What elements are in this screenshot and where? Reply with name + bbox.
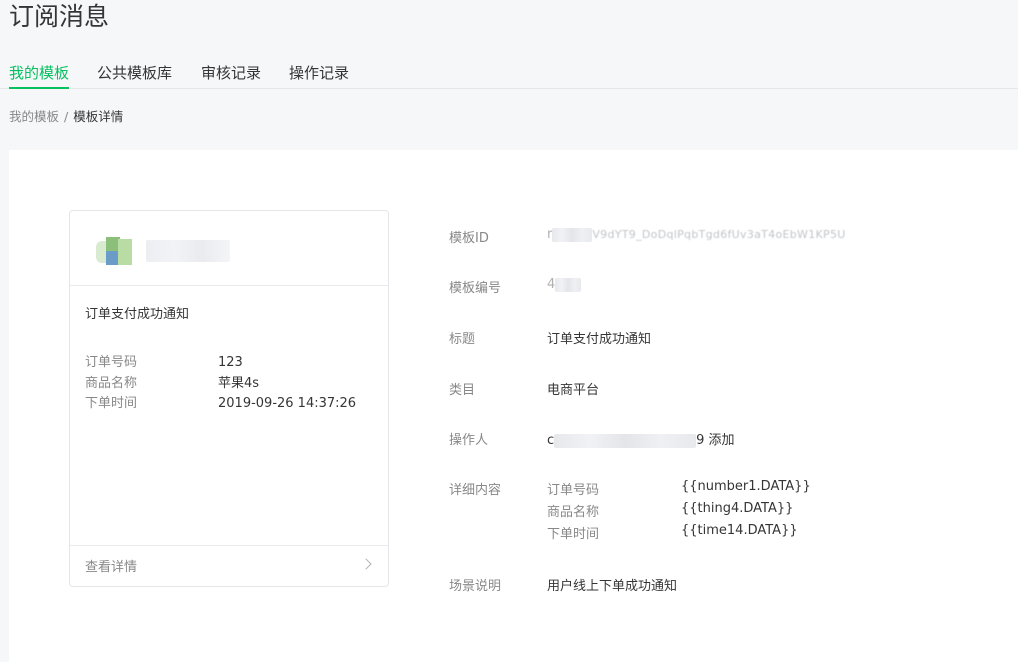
- card-footer[interactable]: 查看详情: [70, 545, 388, 586]
- preview-field-key: 下单时间: [85, 396, 138, 411]
- breadcrumb: 我的模板 / 模板详情: [9, 106, 123, 125]
- card-header: [70, 211, 388, 286]
- template-id-redaction: [552, 227, 593, 242]
- category-label: 类目: [449, 383, 476, 398]
- template-no-redaction: [555, 277, 582, 292]
- card-title: 订单支付成功通知: [85, 307, 190, 322]
- template-id-label: 模板ID: [449, 231, 489, 246]
- page-title: 订阅消息: [9, 2, 110, 31]
- content-item-key: 下单时间: [547, 527, 600, 542]
- operator-suffix: 9 添加: [696, 433, 735, 448]
- operator-prefix: c: [547, 433, 555, 448]
- preview-field-row: 订单号码 123: [85, 353, 243, 373]
- content-item-value: {{thing4.DATA}}: [681, 501, 794, 516]
- preview-field-key: 订单号码: [85, 355, 138, 370]
- tab-public-library[interactable]: 公共模板库: [97, 62, 172, 83]
- preview-field-value: 苹果4s: [218, 376, 260, 391]
- scene-label: 场景说明: [449, 579, 502, 594]
- tab-review-records[interactable]: 审核记录: [201, 62, 261, 83]
- category-value: 电商平台: [547, 383, 600, 398]
- operator-label: 操作人: [449, 433, 489, 448]
- template-no-prefix: 4: [547, 277, 556, 292]
- content-item-value: {{number1.DATA}}: [681, 479, 811, 494]
- template-id-value: r V9dYT9_DoDqlPqbTgd6fUv3aT4oEbW1KP5U: [547, 227, 892, 242]
- content-item-key: 商品名称: [547, 505, 600, 520]
- content-item: 商品名称 {{thing4.DATA}}: [547, 501, 793, 520]
- template-no-label: 模板编号: [449, 281, 502, 296]
- tab-operation-records[interactable]: 操作记录: [289, 62, 349, 83]
- chevron-right-icon[interactable]: [360, 558, 372, 570]
- operator-value: c 9 添加: [547, 429, 735, 448]
- preview-field-row: 下单时间 2019-09-26 14:37:26: [85, 394, 356, 414]
- breadcrumb-parent[interactable]: 我的模板: [9, 109, 59, 124]
- content-label: 详细内容: [449, 483, 502, 498]
- template-no-value: 4: [547, 277, 582, 292]
- template-preview-card: 订单支付成功通知 订单号码 123 商品名称 苹果4s 下单时间 2019-09-26…: [69, 210, 389, 587]
- scene-value: 用户线上下单成功通知: [547, 579, 678, 594]
- preview-field-key: 商品名称: [85, 376, 138, 391]
- detail-panel: 订单支付成功通知 订单号码 123 商品名称 苹果4s 下单时间 2019-09-26…: [9, 150, 1018, 662]
- title-value: 订单支付成功通知: [547, 332, 652, 347]
- preview-field-row: 商品名称 苹果4s: [85, 374, 259, 394]
- tab-my-templates[interactable]: 我的模板: [9, 62, 70, 89]
- content-item: 订单号码 {{number1.DATA}}: [547, 479, 811, 498]
- account-name-redacted: [146, 240, 230, 262]
- content-item-value: {{time14.DATA}}: [681, 523, 798, 538]
- content-item: 下单时间 {{time14.DATA}}: [547, 523, 798, 542]
- breadcrumb-current: 模板详情: [73, 109, 124, 124]
- title-label: 标题: [449, 332, 476, 347]
- content-item-key: 订单号码: [547, 483, 600, 498]
- operator-redaction: [554, 433, 697, 448]
- view-details-link[interactable]: 查看详情: [85, 556, 137, 575]
- account-avatar: [96, 237, 132, 265]
- template-id-visible: V9dYT9_DoDqlPqbTgd6fUv3aT4oEbW1KP5U: [592, 228, 846, 241]
- preview-field-value: 123: [218, 355, 243, 370]
- tab-bar: 我的模板 公共模板库 审核记录 操作记录: [0, 58, 1018, 89]
- preview-field-value: 2019-09-26 14:37:26: [218, 396, 357, 411]
- breadcrumb-separator: /: [64, 109, 69, 124]
